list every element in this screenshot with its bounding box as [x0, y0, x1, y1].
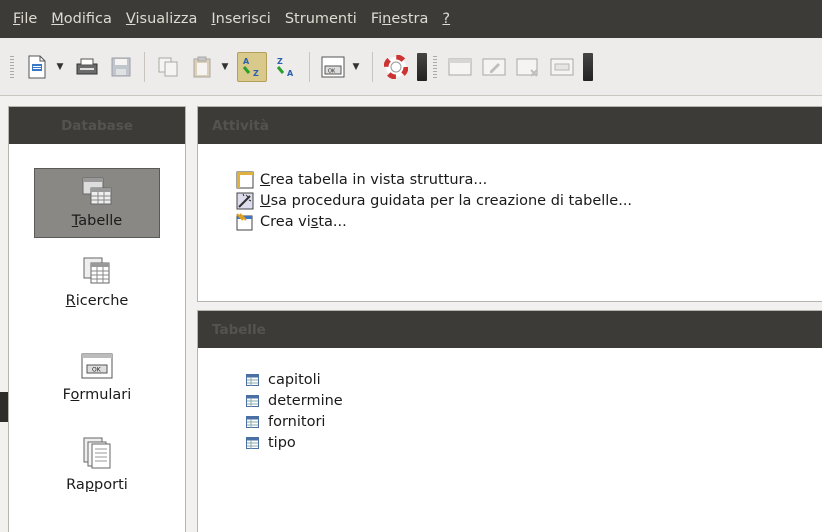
svg-text:A: A	[287, 69, 294, 78]
form-dropdown-icon[interactable]: ▼	[350, 52, 362, 82]
new-dropdown-icon[interactable]: ▼	[54, 52, 66, 82]
nav-formulari[interactable]: OK Formulari	[9, 353, 185, 403]
menu-file[interactable]: File	[6, 11, 44, 27]
nav-ricerche[interactable]: Ricerche	[9, 257, 185, 309]
menu-help[interactable]: ?	[435, 11, 457, 27]
open-icon[interactable]	[445, 52, 475, 82]
svg-text:OK: OK	[328, 68, 336, 74]
toolbar-separator	[144, 51, 145, 82]
database-panel: Database Tabelle Ricerche OK Formulari R…	[8, 106, 186, 532]
table-icon	[246, 436, 259, 449]
toolbar-grip[interactable]	[433, 55, 437, 78]
paste-icon[interactable]	[187, 52, 217, 82]
svg-text:OK: OK	[92, 367, 102, 374]
database-panel-header: Database	[9, 107, 185, 144]
toolbar-overflow-handle[interactable]	[417, 52, 427, 81]
sort-ascending-icon[interactable]: AZ	[237, 51, 267, 82]
menu-finestra[interactable]: Finestra	[364, 11, 436, 27]
form-control-icon[interactable]: OK	[318, 52, 348, 82]
table-item-fornitori[interactable]: fornitori	[246, 411, 343, 432]
toolbar: ▼ ▼ AZ ZA OK ▼	[0, 38, 822, 96]
delete-icon[interactable]	[513, 52, 543, 82]
table-icon	[246, 394, 259, 407]
task-create-table-design[interactable]: Crea tabella in vista struttura...	[236, 169, 632, 190]
sort-descending-icon[interactable]: ZA	[271, 52, 301, 82]
view-icon	[236, 212, 253, 230]
copy-icon[interactable]	[153, 52, 183, 82]
tasks-panel: Attività Crea tabella in vista struttura…	[197, 106, 822, 302]
background-window-edge	[0, 392, 8, 422]
forms-icon: OK	[81, 353, 113, 379]
nav-rapporti[interactable]: Rapporti	[9, 437, 185, 493]
menu-modifica[interactable]: Modifica	[44, 11, 119, 27]
nav-tabelle-selected[interactable]: Tabelle	[34, 168, 160, 238]
tasks-panel-header: Attività	[198, 107, 822, 144]
print-icon[interactable]	[72, 52, 102, 82]
svg-text:Z: Z	[253, 69, 259, 78]
tables-panel-header: Tabelle	[198, 311, 822, 348]
svg-text:Z: Z	[277, 57, 283, 66]
help-lifebuoy-icon[interactable]	[381, 52, 411, 82]
rename-icon[interactable]	[547, 52, 577, 82]
toolbar-overflow-handle[interactable]	[583, 52, 593, 81]
table-icon	[246, 373, 259, 386]
task-table-wizard[interactable]: Usa procedura guidata per la creazione d…	[236, 190, 632, 211]
menu-bar: File Modifica Visualizza Inserisci Strum…	[0, 0, 822, 38]
table-item-determine[interactable]: determine	[246, 390, 343, 411]
menu-inserisci[interactable]: Inserisci	[204, 11, 278, 27]
toolbar-separator	[309, 51, 310, 82]
paste-dropdown-icon[interactable]: ▼	[219, 52, 231, 82]
save-icon[interactable]	[106, 52, 136, 82]
tables-icon	[82, 177, 112, 205]
table-list: capitoli determine fornitori tipo	[246, 369, 343, 453]
tables-panel: Tabelle capitoli determine fornitori tip…	[197, 310, 822, 532]
task-create-view[interactable]: Crea vista...	[236, 211, 632, 232]
toolbar-grip[interactable]	[10, 55, 14, 78]
table-item-tipo[interactable]: tipo	[246, 432, 343, 453]
table-design-icon	[236, 171, 254, 188]
nav-tabelle[interactable]: Tabelle	[9, 168, 185, 238]
menu-strumenti[interactable]: Strumenti	[278, 11, 364, 27]
task-list: Crea tabella in vista struttura... Usa p…	[236, 169, 632, 232]
menu-visualizza[interactable]: Visualizza	[119, 11, 204, 27]
queries-icon	[83, 257, 110, 284]
new-document-icon[interactable]	[22, 52, 52, 82]
toolbar-separator	[372, 51, 373, 82]
table-icon	[246, 415, 259, 428]
wizard-icon	[236, 192, 254, 209]
reports-icon	[83, 437, 111, 469]
table-item-capitoli[interactable]: capitoli	[246, 369, 343, 390]
svg-text:A: A	[243, 57, 250, 66]
edit-icon[interactable]	[479, 52, 509, 82]
